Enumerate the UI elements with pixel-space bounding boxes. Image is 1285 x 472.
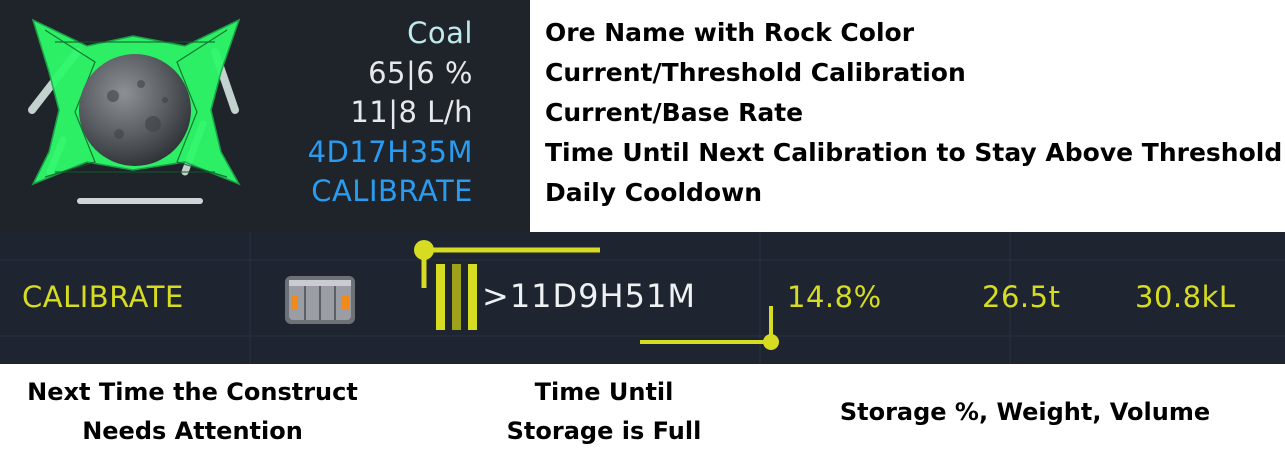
time-until-full-value: >11D9H51M [482,277,696,315]
legend-item-rate: Current/Base Rate [545,98,804,127]
ore-info-panel: Coal 65|6 % 11|8 L/h 4D17H35M CALIBRATE [0,0,530,232]
caption-storage: Storage %, Weight, Volume [800,393,1250,432]
rate-value: 11|8 L/h [350,95,473,129]
caption-next-attention-line-2: Needs Attention [82,417,303,445]
ore-rock-icon [28,18,241,204]
legend-item-calibration: Current/Threshold Calibration [545,58,966,87]
caption-time-until-full-line-2: Storage is Full [506,417,702,445]
storage-volume-value: 30.8kL [1135,280,1236,314]
storage-percent-value: 14.8% [787,280,882,314]
legend-item-ore-name: Ore Name with Rock Color [545,18,915,47]
ore-stats: Coal 65|6 % 11|8 L/h 4D17H35M CALIBRATE [308,14,473,212]
ore-name: Coal [407,16,473,50]
calibration-countdown: 4D17H35M [307,134,473,169]
legend-item-time-until-calibration: Time Until Next Calibration to Stay Abov… [545,138,1283,167]
caption-time-until-full: Time Until Storage is Full [480,373,728,451]
calibration-value: 65|6 % [368,55,473,90]
caption-time-until-full-line-1: Time Until [534,378,674,406]
calibrate-button[interactable]: CALIBRATE [308,172,473,212]
storage-weight-value: 26.5t [982,280,1061,314]
caption-next-attention-line-1: Next Time the Construct [27,378,358,406]
legend-item-daily-cooldown: Daily Cooldown [545,178,762,207]
legend: Ore Name with Rock Color Current/Thresho… [545,13,1282,213]
caption-storage-text: Storage %, Weight, Volume [839,398,1211,426]
caption-next-attention: Next Time the Construct Needs Attention [10,373,375,451]
storage-status-bar: CALIBRATE >11D9H51M 14.8% 26.5t 30.8kL [0,232,1285,364]
